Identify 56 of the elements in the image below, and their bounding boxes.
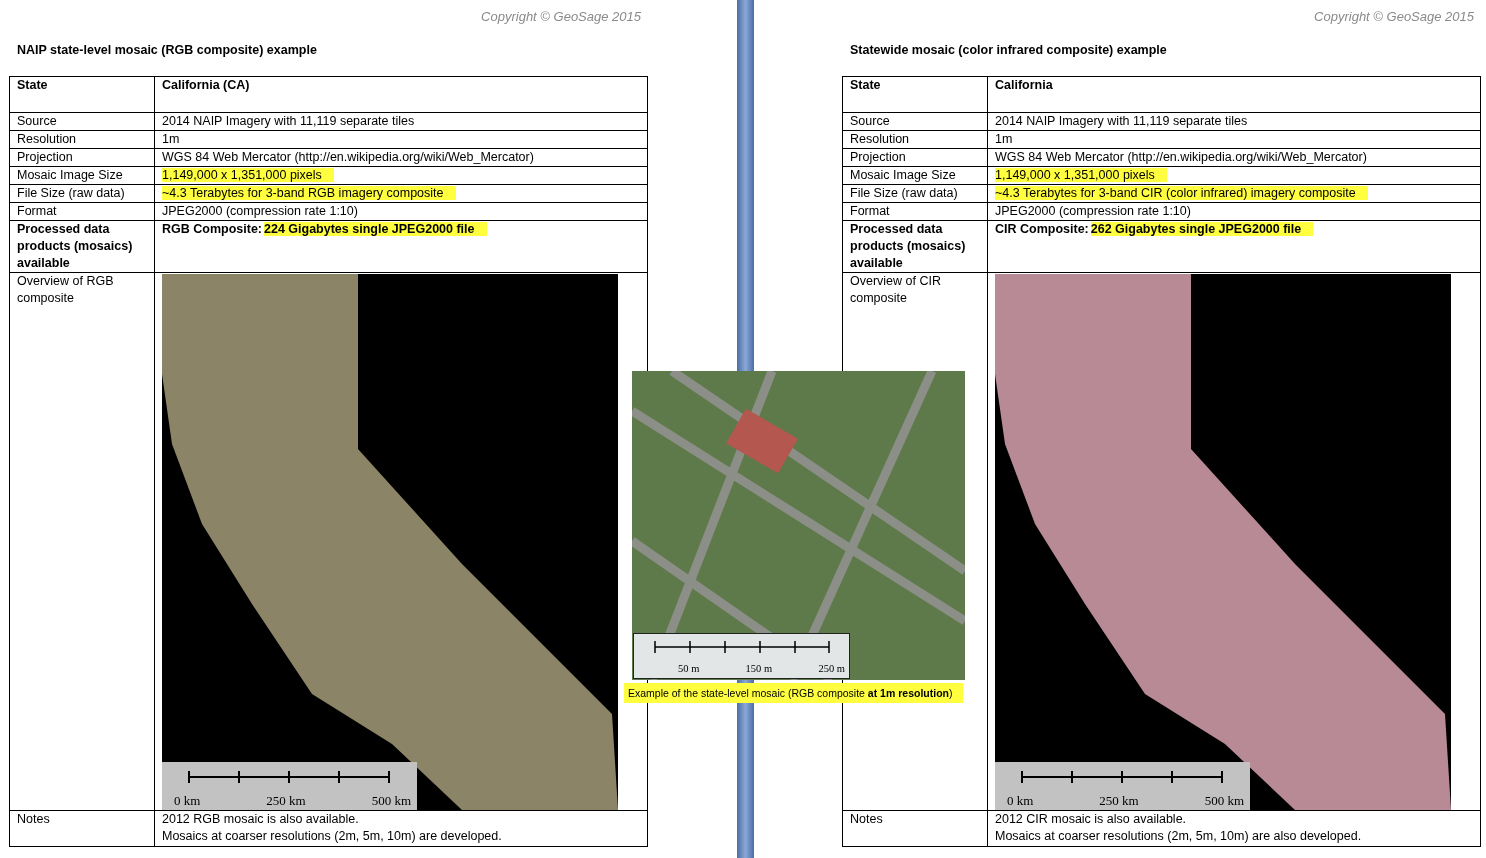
- row-label: Overview of RGB composite: [17, 273, 115, 307]
- note-text: 2012 RGB mosaic is also available.: [162, 812, 359, 826]
- highlighted-text: ~4.3 Terabytes for 3-band CIR (color infrared) imagery composite: [995, 186, 1368, 200]
- cell-text: 2014 NAIP Imagery with 11,119 separate tiles: [162, 114, 415, 128]
- row-label: Source: [850, 114, 890, 128]
- row-label: Format: [850, 204, 890, 218]
- row-label: Resolution: [850, 132, 910, 146]
- copyright-text: Copyright © GeoSage 2015: [1313, 9, 1474, 26]
- highlighted-text: 1,149,000 x 1,351,000 pixels: [162, 168, 334, 182]
- row-label: State: [17, 78, 48, 92]
- highlighted-text: ~4.3 Terabytes for 3-band RGB imagery composite: [162, 186, 456, 200]
- cell-text: California: [995, 78, 1053, 92]
- section-heading: NAIP state-level mosaic (RGB composite) example: [17, 43, 318, 59]
- note-text: 2012 CIR mosaic is also available.: [995, 812, 1187, 826]
- cell-text: California (CA): [162, 78, 250, 92]
- row-label: Processed data products (mosaics) available: [17, 222, 133, 270]
- cell-text: JPEG2000 (compression rate 1:10): [995, 204, 1191, 218]
- row-label: Overview of CIR composite: [850, 273, 942, 307]
- scale-label: 250 km: [266, 793, 306, 808]
- cell-text: CIR Composite:: [995, 222, 1089, 236]
- highlighted-text: 224 Gigabytes single JPEG2000 file: [264, 222, 487, 236]
- cell-text: 1m: [162, 132, 180, 146]
- row-label: File Size (raw data): [17, 186, 125, 200]
- row-label: Projection: [17, 150, 73, 164]
- section-heading: Statewide mosaic (color infrared composite) example: [850, 43, 1168, 59]
- highlighted-text: 1,149,000 x 1,351,000 pixels: [995, 168, 1167, 182]
- row-label: Mosaic Image Size: [850, 168, 956, 182]
- row-label: Notes: [850, 812, 883, 826]
- scale-label: 0 km: [174, 793, 201, 808]
- scale-label: 0 km: [1007, 793, 1034, 808]
- row-label: File Size (raw data): [850, 186, 958, 200]
- cell-text: 2014 NAIP Imagery with 11,119 separate tiles: [995, 114, 1248, 128]
- cell-text: 1m: [995, 132, 1013, 146]
- cell-text: JPEG2000 (compression rate 1:10): [162, 204, 358, 218]
- cell-text: WGS 84 Web Mercator (http://en.wikipedia.org/wiki/Web_Mercator): [995, 150, 1367, 164]
- note-text: Mosaics at coarser resolutions (2m, 5m, 10m) are developed.: [162, 829, 502, 843]
- image-caption: Example of the state-level mosaic (RGB composite at 1m resolution): [624, 683, 963, 703]
- scale-label: 250 m: [818, 662, 845, 675]
- copyright-text: Copyright © GeoSage 2015: [480, 9, 641, 26]
- highlighted-text: 262 Gigabytes single JPEG2000 file: [1090, 222, 1314, 236]
- scale-label: 500 km: [371, 793, 411, 808]
- row-label: Projection: [850, 150, 906, 164]
- row-label: Source: [17, 114, 57, 128]
- row-label: Mosaic Image Size: [17, 168, 123, 182]
- row-label: Notes: [17, 812, 50, 826]
- cell-text: RGB Composite:: [162, 222, 262, 236]
- scale-label: 50 m: [678, 662, 700, 675]
- row-label: Format: [17, 204, 57, 218]
- scale-label: 250 km: [1099, 793, 1139, 808]
- row-label: Resolution: [17, 132, 77, 146]
- note-text: Mosaics at coarser resolutions (2m, 5m, 10m) are also developed.: [995, 829, 1362, 843]
- cell-text: WGS 84 Web Mercator (http://en.wikipedia.org/wiki/Web_Mercator): [162, 150, 534, 164]
- row-label: Processed data products (mosaics) available: [850, 222, 966, 270]
- scale-label: 150 m: [745, 662, 773, 675]
- scale-label: 500 km: [1204, 793, 1244, 808]
- row-label: State: [850, 78, 881, 92]
